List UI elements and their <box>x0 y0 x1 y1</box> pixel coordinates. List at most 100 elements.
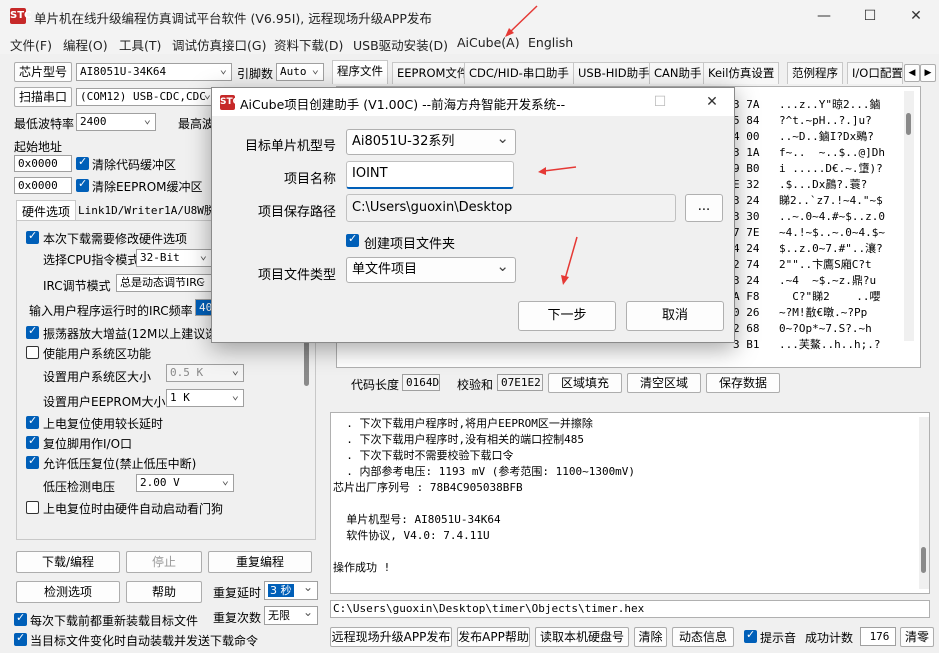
modify-hw-options-checkbox[interactable] <box>26 229 39 244</box>
close-button[interactable]: ✕ <box>893 0 939 32</box>
min-baud-select[interactable]: 2400 <box>76 113 156 131</box>
low-voltage-reset-checkbox[interactable] <box>26 454 39 469</box>
hex-ascii: .~4 ~$.~z.鼎?u <box>779 274 877 287</box>
watchdog-checkbox[interactable] <box>26 501 39 514</box>
user-system-area-label: 使能用户系统区功能 <box>43 347 152 361</box>
osc-gain-checkbox[interactable] <box>26 324 39 339</box>
chip-model-button[interactable]: 芯片型号 <box>14 62 72 82</box>
menu-download[interactable]: 资料下载(D) <box>274 35 343 54</box>
user-system-area-checkbox[interactable] <box>26 346 39 359</box>
browse-path-button[interactable]: ... <box>685 194 723 222</box>
log-scrollbar[interactable] <box>919 417 929 589</box>
hex-ascii: i .....D€.~.墯)? <box>779 162 883 175</box>
hex-bytes: 4 00 <box>733 130 760 143</box>
beep-checkbox[interactable] <box>744 628 757 643</box>
tab-examples[interactable]: 范例程序 <box>787 62 843 84</box>
tab-keil-sim[interactable]: Keil仿真设置 <box>703 62 780 84</box>
tab-hardware-options[interactable]: 硬件选项 <box>16 200 77 222</box>
eeprom-size-select[interactable]: 1 K <box>166 389 244 407</box>
stop-button[interactable]: 停止 <box>126 551 202 573</box>
menu-program[interactable]: 编程(O) <box>63 35 108 54</box>
repeat-program-button[interactable]: 重复编程 <box>208 551 312 573</box>
menu-tools[interactable]: 工具(T) <box>119 35 161 54</box>
window-title: 单片机在线升级编程仿真调试平台软件 (V6.95I), 远程现场升级APP发布 <box>34 11 432 26</box>
dynamic-info-button[interactable]: 动态信息 <box>672 627 734 647</box>
chip-model-select[interactable]: AI8051U-34K64 <box>76 63 232 81</box>
tab-eeprom-file[interactable]: EEPROM文件 <box>392 62 474 84</box>
clear-code-buffer-checkbox[interactable] <box>76 155 89 170</box>
detect-options-button[interactable]: 检测选项 <box>16 581 120 603</box>
maximize-button[interactable]: ☐ <box>847 0 893 32</box>
tab-usb-hid[interactable]: USB-HID助手 <box>573 62 655 84</box>
dialog-maximize-button[interactable]: ☐ <box>640 86 680 118</box>
hex-bytes: 5 84 <box>733 114 760 127</box>
serial-port-select[interactable]: (COM12) USB-CDC,CDC <box>76 88 216 106</box>
repeat-delay-select[interactable]: 3 秒 <box>264 581 318 600</box>
read-disk-id-button[interactable]: 读取本机硬盘号 <box>535 627 629 647</box>
menu-english[interactable]: English <box>528 35 573 50</box>
beep-label: 提示音 <box>760 631 797 645</box>
lvd-voltage-select[interactable]: 2.00 V <box>136 474 234 492</box>
tab-can[interactable]: CAN助手 <box>649 62 707 84</box>
cancel-button[interactable]: 取消 <box>626 301 724 331</box>
clear-eeprom-buffer-checkbox[interactable] <box>76 177 89 192</box>
eeprom-size-label: 设置用户EEPROM大小 <box>43 395 166 409</box>
publish-app-button[interactable]: 远程现场升级APP发布 <box>330 627 452 647</box>
repeat-delay-value: 3 秒 <box>268 584 294 597</box>
irc-frequency-input[interactable]: 40 <box>195 299 212 316</box>
target-mcu-select[interactable]: Ai8051U-32系列 <box>346 126 516 155</box>
menu-debug[interactable]: 调试仿真接口(G) <box>172 35 266 54</box>
tab-program-file[interactable]: 程序文件 <box>332 60 388 84</box>
dialog-close-button[interactable]: ✕ <box>692 86 732 118</box>
tab-offline-writer[interactable]: Link1D/Writer1A/U8W脱机 <box>78 202 212 218</box>
target-mcu-label: 目标单片机型号 <box>244 139 336 154</box>
project-name-input[interactable]: IOINT <box>346 161 514 189</box>
fill-region-button[interactable]: 区域填充 <box>548 373 622 393</box>
reset-count-button[interactable]: 清零 <box>900 627 934 647</box>
code-start-address-input[interactable]: 0x0000 <box>14 155 72 172</box>
hex-scrollbar[interactable] <box>904 91 914 341</box>
modify-hw-options-label: 本次下载需要修改硬件选项 <box>43 232 188 246</box>
hex-bytes: 7 7E <box>733 226 760 239</box>
publish-help-button[interactable]: 发布APP帮助 <box>457 627 530 647</box>
hex-bytes: 4 24 <box>733 242 760 255</box>
clear-region-button[interactable]: 清空区域 <box>627 373 701 393</box>
tab-scroll-right-button[interactable]: ▶ <box>920 64 936 82</box>
user-system-size-select[interactable]: 0.5 K <box>166 364 244 382</box>
create-folder-label: 创建项目文件夹 <box>364 237 456 252</box>
cpu-mode-select[interactable]: 32-Bit <box>136 249 212 267</box>
reload-before-download-checkbox[interactable] <box>14 611 27 626</box>
menu-file[interactable]: 文件(F) <box>10 35 52 54</box>
log-line: . 下次下载用户程序时,将用户EEPROM区一并擦除 <box>333 417 593 430</box>
save-data-button[interactable]: 保存数据 <box>706 373 780 393</box>
menu-usb-driver[interactable]: USB驱动安装(D) <box>353 35 448 54</box>
log-line: . 下次下载时不需要校验下载口令 <box>333 449 514 462</box>
tab-cdc-serial[interactable]: CDC/HID-串口助手 <box>464 62 574 84</box>
clear-log-button[interactable]: 清除 <box>634 627 667 647</box>
help-button[interactable]: 帮助 <box>126 581 202 603</box>
log-line: 软件协议, V4.0: 7.4.11U <box>333 529 490 542</box>
eeprom-start-address-input[interactable]: 0x0000 <box>14 177 72 194</box>
hex-ascii: ~4.!~$..~.0~4.$~ <box>779 226 885 239</box>
repeat-delay-label: 重复延时 <box>213 586 262 600</box>
hex-bytes: 0 26 <box>733 306 760 319</box>
scan-port-button[interactable]: 扫描串口 <box>14 87 72 107</box>
download-program-button[interactable]: 下载/编程 <box>16 551 120 573</box>
repeat-count-select[interactable]: 无限 <box>264 606 318 625</box>
save-path-input[interactable]: C:\Users\guoxin\Desktop <box>346 194 676 222</box>
project-type-select[interactable]: 单文件项目 <box>346 254 516 283</box>
auto-send-checkbox[interactable] <box>14 631 27 646</box>
hex-file-path: C:\Users\guoxin\Desktop\timer\Objects\ti… <box>330 600 930 618</box>
tab-scroll-left-button[interactable]: ◀ <box>904 64 920 82</box>
pin-count-select[interactable]: Auto <box>276 63 324 81</box>
pin-count-label: 引脚数 <box>237 67 274 81</box>
next-step-button[interactable]: 下一步 <box>518 301 616 331</box>
minimize-button[interactable]: — <box>801 0 847 32</box>
create-folder-checkbox[interactable] <box>346 232 359 247</box>
reset-pin-io-checkbox[interactable] <box>26 434 39 449</box>
log-output[interactable]: . 下次下载用户程序时,将用户EEPROM区一并擦除 . 下次下载用户程序时,没… <box>330 412 930 594</box>
power-on-delay-checkbox[interactable] <box>26 414 39 429</box>
tab-io-config[interactable]: I/O口配置 <box>847 62 903 84</box>
irc-mode-select[interactable]: 总是动态调节IRC <box>116 274 212 292</box>
menu-aicube[interactable]: AiCube(A) <box>457 35 520 50</box>
